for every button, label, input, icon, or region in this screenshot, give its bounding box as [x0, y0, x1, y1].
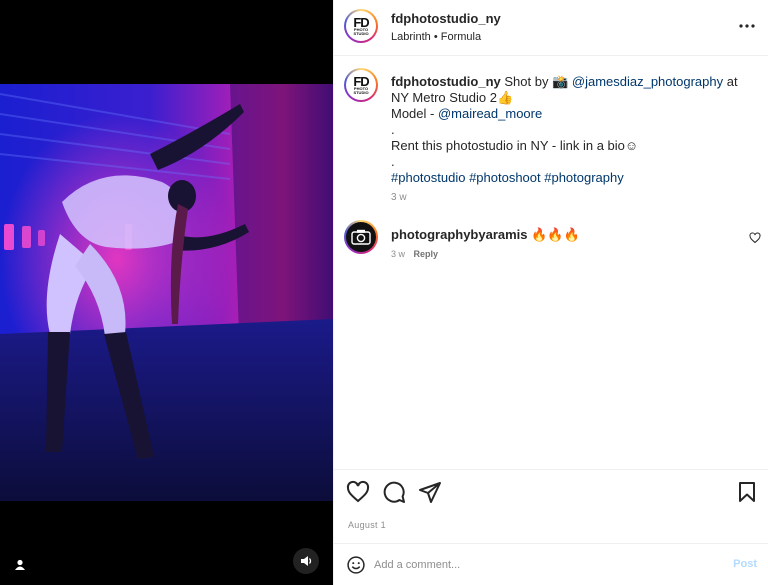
post-details-pane: FD PHOTO STUDIO fdphotostudio_ny Labrint…	[333, 0, 768, 585]
post-header: FD PHOTO STUDIO fdphotostudio_ny Labrint…	[334, 0, 768, 56]
logo-line2: STUDIO	[353, 30, 369, 36]
heart-icon	[346, 480, 370, 503]
bookmark-icon	[739, 482, 755, 502]
comment-button[interactable]	[382, 480, 406, 504]
add-comment-bar: Post	[334, 543, 768, 585]
comment-bubble-icon	[383, 481, 405, 503]
author-avatar[interactable]: FD PHOTO STUDIO	[344, 9, 378, 43]
speaker-icon	[301, 556, 312, 566]
audio-attribution[interactable]: Labrinth • Formula	[391, 31, 481, 43]
like-button[interactable]	[346, 480, 370, 504]
post-date[interactable]: August 1	[348, 520, 386, 530]
comment-item: photographybyaramis 🔥🔥🔥 3 w Reply	[334, 218, 768, 259]
author-username[interactable]: fdphotostudio_ny	[391, 11, 501, 26]
post-photo[interactable]	[0, 84, 333, 501]
caption-dot-2: .	[391, 154, 395, 169]
logo-line2: STUDIO	[353, 89, 369, 95]
audio-separator: •	[433, 31, 438, 43]
model-link[interactable]: @mairead_moore	[438, 106, 542, 121]
more-horizontal-icon	[739, 24, 755, 28]
more-options-button[interactable]	[737, 18, 757, 34]
tagged-user-button[interactable]	[10, 555, 30, 575]
share-button[interactable]	[418, 480, 442, 504]
model-label: Model -	[391, 106, 438, 121]
reply-button[interactable]: Reply	[414, 249, 439, 259]
comment-input[interactable]	[374, 554, 714, 576]
fd-logo: FD	[353, 14, 369, 30]
post-dialog: FD PHOTO STUDIO fdphotostudio_ny Labrint…	[0, 0, 768, 585]
emoji-icon[interactable]	[346, 555, 366, 575]
paper-plane-icon	[419, 482, 441, 503]
save-button[interactable]	[735, 480, 759, 504]
audio-toggle-button[interactable]	[293, 548, 319, 574]
commenter-avatar[interactable]	[344, 220, 378, 254]
post-actions-bar	[334, 469, 768, 514]
caption-time[interactable]: 3 w	[391, 190, 751, 206]
caption-text: fdphotostudio_ny Shot by 📸 @jamesdiaz_ph…	[391, 74, 751, 206]
media-pane	[0, 0, 333, 585]
comment-time[interactable]: 3 w	[391, 249, 405, 259]
commenter-username[interactable]: photographybyaramis	[391, 227, 528, 242]
audio-artist: Labrinth	[391, 31, 431, 43]
caption-dot-1: .	[391, 122, 395, 137]
post-comment-button[interactable]: Post	[733, 558, 757, 570]
camera-logo-icon	[351, 229, 371, 245]
rent-text: Rent this photostudio in NY - link in a …	[391, 138, 639, 153]
caption-username[interactable]: fdphotostudio_ny	[391, 74, 501, 89]
photographer-link[interactable]: @jamesdiaz_photography	[572, 74, 723, 89]
comment-heart-icon[interactable]	[749, 232, 761, 244]
caption-shot-by: Shot by 📸	[500, 74, 572, 89]
audio-track: Formula	[440, 31, 482, 43]
comment-text: 🔥🔥🔥	[527, 227, 580, 242]
caption-avatar[interactable]: FD PHOTO STUDIO	[344, 68, 378, 102]
user-icon	[15, 559, 25, 570]
fd-logo: FD	[353, 73, 369, 89]
hashtags[interactable]: #photostudio #photoshoot #photography	[391, 170, 751, 186]
